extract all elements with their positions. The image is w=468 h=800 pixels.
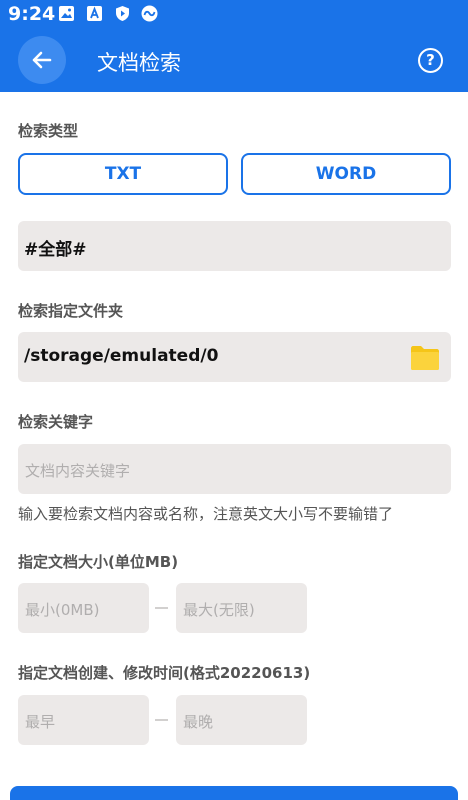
time-label: 指定文档创建、修改时间(格式20220613) bbox=[18, 664, 311, 682]
time-separator bbox=[155, 719, 168, 721]
size-label: 指定文档大小(单位MB) bbox=[18, 553, 179, 571]
keyword-hint: 输入要检索文档内容或名称，注意英文大小写不要输错了 bbox=[18, 505, 394, 523]
back-button[interactable] bbox=[18, 36, 66, 84]
shield-icon bbox=[116, 6, 129, 21]
txt-button[interactable]: TXT bbox=[18, 153, 228, 195]
min-size-input[interactable]: 最小(0MB) bbox=[18, 583, 149, 633]
folder-field[interactable]: /storage/emulated/0 bbox=[18, 332, 451, 382]
app-icon bbox=[141, 5, 158, 22]
status-time: 9:24 bbox=[8, 3, 56, 25]
image-icon bbox=[59, 6, 74, 21]
font-icon bbox=[87, 6, 102, 21]
folder-path: /storage/emulated/0 bbox=[24, 346, 219, 366]
search-type-label: 检索类型 bbox=[18, 122, 79, 140]
search-button[interactable] bbox=[10, 786, 458, 800]
word-button[interactable]: WORD bbox=[241, 153, 451, 195]
type-selection-field[interactable]: #全部# bbox=[18, 221, 451, 271]
app-bar: 文档检索 ? bbox=[0, 28, 468, 92]
folder-icon[interactable] bbox=[410, 345, 440, 371]
help-icon[interactable]: ? bbox=[418, 48, 443, 73]
earliest-date-input[interactable]: 最早 bbox=[18, 695, 149, 745]
earliest-placeholder: 最早 bbox=[25, 713, 56, 731]
selected-type-value: #全部# bbox=[24, 240, 87, 260]
latest-placeholder: 最晚 bbox=[183, 713, 214, 731]
keyword-placeholder: 文档内容关键字 bbox=[25, 462, 131, 480]
arrow-left-icon bbox=[32, 51, 52, 69]
keyword-input[interactable]: 文档内容关键字 bbox=[18, 444, 451, 494]
page-title: 文档检索 bbox=[97, 51, 181, 75]
size-separator bbox=[155, 607, 168, 609]
min-size-placeholder: 最小(0MB) bbox=[25, 601, 100, 619]
folder-label: 检索指定文件夹 bbox=[18, 302, 124, 320]
latest-date-input[interactable]: 最晚 bbox=[176, 695, 307, 745]
max-size-placeholder: 最大(无限) bbox=[183, 601, 255, 619]
max-size-input[interactable]: 最大(无限) bbox=[176, 583, 307, 633]
status-bar: 9:24 bbox=[0, 0, 468, 28]
keyword-label: 检索关键字 bbox=[18, 413, 94, 431]
